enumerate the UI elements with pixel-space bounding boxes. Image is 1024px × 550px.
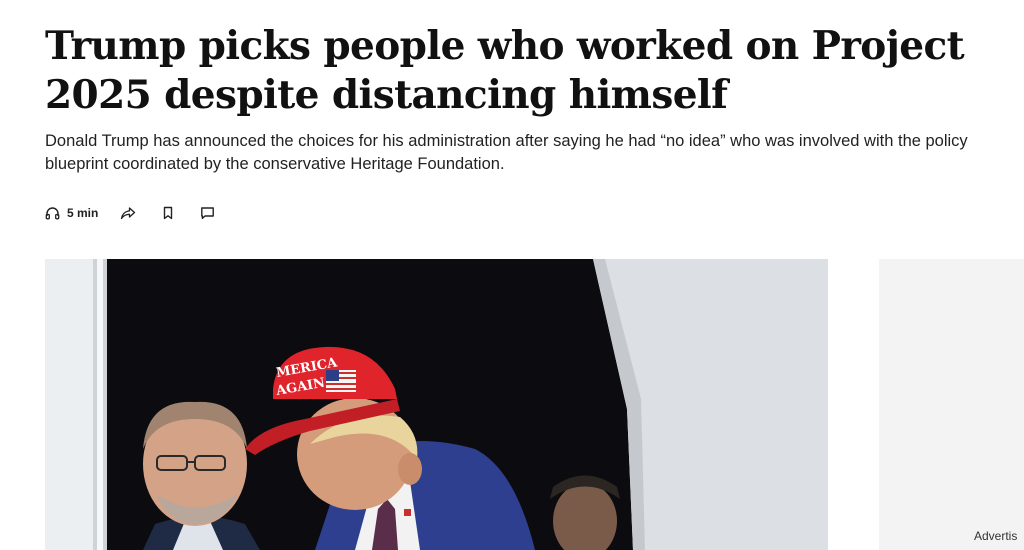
article-toolbar: 5 min <box>45 203 215 223</box>
article-headline: Trump picks people who worked on Project… <box>45 23 965 118</box>
door-frame-left <box>45 259 95 550</box>
hero-image: MERICA AGAIN <box>45 259 828 550</box>
comment-icon <box>201 207 215 219</box>
headphones-icon <box>45 207 60 220</box>
listen-duration: 5 min <box>67 206 99 220</box>
ad-label: Advertis <box>974 529 1018 543</box>
share-icon <box>121 207 136 220</box>
bookmark-icon <box>164 206 173 220</box>
share-button[interactable] <box>120 206 136 220</box>
ad-panel[interactable] <box>879 259 1024 550</box>
comments-button[interactable] <box>200 206 215 220</box>
save-button[interactable] <box>161 206 175 220</box>
listen-button[interactable]: 5 min <box>45 206 98 220</box>
article-dek: Donald Trump has announced the choices f… <box>45 132 968 173</box>
